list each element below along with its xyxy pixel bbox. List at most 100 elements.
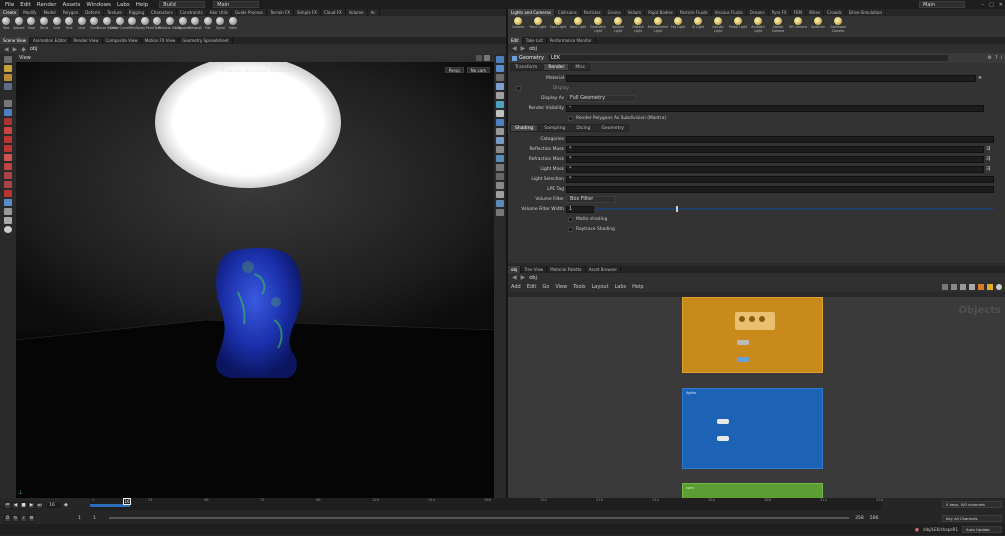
move-tool-icon[interactable] [4, 65, 12, 72]
rightShelfTabs-tab-13[interactable]: Drive Simulation [846, 9, 886, 16]
volwidth-slider-handle[interactable] [676, 206, 678, 212]
render-vis-field[interactable]: * [566, 104, 984, 112]
leftShelfTools-tool-9[interactable]: Draw Curve [110, 16, 129, 30]
leftShelfTools-tool-1[interactable]: Sphere [13, 16, 26, 30]
display-icon-17[interactable] [496, 200, 504, 207]
help-icon[interactable]: ? [995, 55, 998, 61]
leftShelfTabs-tab-8[interactable]: Constraints [177, 9, 207, 16]
network-menu-edit[interactable]: Edit [527, 284, 537, 290]
leftShelfTabs-tab-5[interactable]: Texture [104, 9, 126, 16]
magnet-icon[interactable] [4, 145, 12, 152]
param-back-icon[interactable]: ◀ [512, 45, 517, 52]
network-forward-icon[interactable]: ▶ [521, 274, 526, 281]
current-frame-field[interactable]: 16 [47, 502, 61, 508]
leftShelfTabs-tab-1[interactable]: Modify [20, 9, 41, 16]
last-frame-icon[interactable]: ⏭ [36, 501, 43, 509]
network-menu-tools[interactable]: Tools [573, 284, 585, 290]
realtime-icon[interactable]: ⏱ [4, 514, 11, 522]
rightShelfTools-tool-4[interactable]: Geometry Light [588, 16, 608, 33]
network-box-orange[interactable] [682, 297, 823, 373]
rightShelfTools-tool-0[interactable]: Camera [508, 16, 528, 30]
network-menu-view[interactable]: View [555, 284, 567, 290]
display-icon-5[interactable] [496, 92, 504, 99]
first-frame-icon[interactable]: ⏮ [4, 501, 11, 509]
range-start-field[interactable]: 1 [78, 516, 90, 521]
lightsel-field[interactable]: * [566, 175, 994, 183]
orange-box-node-a[interactable] [737, 340, 749, 345]
render-region-icon[interactable] [4, 127, 12, 134]
display-icon-12[interactable] [496, 155, 504, 162]
right-main-dropdown[interactable]: Main [919, 1, 965, 8]
sticky-note-icon[interactable] [987, 284, 993, 290]
networkPaneTabs-tab-2[interactable]: Material Palette [547, 266, 586, 273]
reflection-op-icon[interactable]: ⇶ [986, 146, 990, 152]
rightShelfTabs-tab-4[interactable]: Vellum [625, 9, 646, 16]
display-as-menu[interactable]: Full Geometry [566, 94, 636, 102]
rightShelfTools-tool-12[interactable]: Ambient Light [748, 16, 768, 33]
display-icon-18[interactable] [496, 209, 504, 216]
display-toggle[interactable] [516, 85, 521, 91]
range-slider[interactable] [109, 517, 849, 519]
lpe-field[interactable] [566, 185, 994, 193]
leftShelfTools-tool-11[interactable]: Spray Paint [136, 16, 154, 30]
display-icon-3[interactable] [496, 74, 504, 81]
display-icon-13[interactable] [496, 164, 504, 171]
key-all-button[interactable]: Key All Channels [942, 514, 1002, 522]
scale-tool-icon[interactable] [4, 83, 12, 90]
network-editor[interactable]: Objects lights cam [508, 297, 1005, 498]
leftShelfTools-tool-15[interactable]: Metaball [188, 16, 202, 30]
pose-tool-icon[interactable] [4, 109, 12, 116]
display-icon-14[interactable] [496, 173, 504, 180]
material-field[interactable] [566, 74, 976, 82]
scene-viewport[interactable]: ⊥ Dynamics Simulation Disabled Persp No … [16, 62, 494, 498]
menu-edit[interactable]: Edit [17, 2, 34, 8]
handle-tool-icon[interactable] [4, 100, 12, 107]
head-model[interactable] [216, 248, 302, 378]
leftShelfTabs-tab-12[interactable]: Simple FX [294, 9, 321, 16]
network-menu-go[interactable]: Go [542, 284, 549, 290]
rightShelfTools-tool-8[interactable]: Sky Light [668, 16, 688, 30]
rightShelfTabs-tab-12[interactable]: Crowds [824, 9, 846, 16]
close-icon[interactable]: ✕ [999, 2, 1003, 8]
leftPaneTabs-tab-2[interactable]: Render View [70, 37, 103, 44]
display-icon-11[interactable] [496, 146, 504, 153]
loop-icon[interactable]: ↻ [12, 514, 19, 522]
rightShelfTools-tool-16[interactable]: Gamepad Camera [828, 16, 848, 33]
timeline-cursor[interactable]: 16 [123, 498, 131, 505]
reflection-field[interactable]: * [566, 145, 984, 153]
snap-prim-icon[interactable] [4, 163, 12, 170]
display-icon-15[interactable] [496, 182, 504, 189]
brush-tool-icon[interactable] [4, 136, 12, 143]
range-start2-field[interactable]: 1 [93, 516, 105, 521]
display-icon-2[interactable] [496, 65, 504, 72]
snap-icon[interactable] [476, 55, 482, 61]
rightShelfTabs-tab-3[interactable]: Grains [605, 9, 625, 16]
leftShelfTools-tool-18[interactable]: Helix [227, 16, 240, 30]
select-tool-icon[interactable] [4, 56, 12, 63]
orange-box-node-cluster[interactable] [735, 312, 775, 330]
home-icon[interactable] [4, 226, 12, 233]
timeline-ruler[interactable]: 16 1 24 48 72 96 120 144 168 192 216 240 264 288 312 3… [90, 498, 883, 510]
leftShelfTabs-tab-13[interactable]: Cloud FX [321, 9, 346, 16]
networkPaneTabs-tab-1[interactable]: Tree View [521, 266, 548, 273]
menu-file[interactable]: File [2, 2, 17, 8]
subTabs-2[interactable]: Dicing [571, 124, 596, 132]
blue-box-node-b[interactable] [717, 436, 729, 441]
subTabs-3[interactable]: Geometry [596, 124, 629, 132]
view-tool-icon[interactable] [4, 118, 12, 125]
display-icon-6[interactable] [496, 101, 504, 108]
leftShelfTabs-tab-15[interactable]: Ac [368, 9, 380, 16]
orbit-icon[interactable] [4, 199, 12, 206]
snap-multi-icon[interactable] [4, 181, 12, 188]
stop-icon[interactable]: ■ [20, 501, 27, 509]
forward-arrow-icon[interactable]: ▶ [13, 46, 18, 53]
network-menu-help[interactable]: Help [632, 284, 643, 290]
info-icon[interactable]: i [1001, 55, 1002, 61]
menu-help[interactable]: Help [133, 2, 152, 8]
rightShelfTools-tool-13[interactable]: Stereo Camera [768, 16, 788, 33]
menu-render[interactable]: Render [34, 2, 60, 8]
dolly-icon[interactable] [4, 208, 12, 215]
minimize-icon[interactable]: – [982, 2, 985, 8]
rightShelfTools-tool-9[interactable]: GI Light [688, 16, 708, 30]
options-icon[interactable]: ⚙ [28, 514, 35, 522]
